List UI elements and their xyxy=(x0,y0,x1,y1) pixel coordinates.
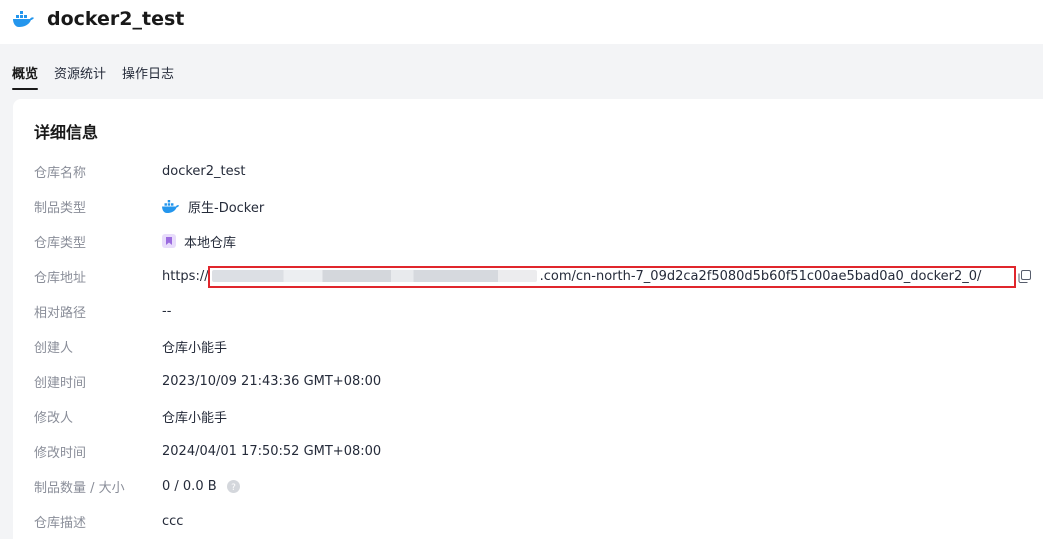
field-value: 仓库小能手 xyxy=(162,410,228,426)
field-label: 创建人 xyxy=(34,340,74,356)
field-value: docker2_test xyxy=(162,163,246,179)
field-value: 0 / 0.0 B xyxy=(162,478,217,494)
repo-name-title: docker2_test xyxy=(47,8,185,30)
url-suffix: .com/cn-north-7_09d2ca2f5080d5b60f51c00a… xyxy=(539,268,982,284)
redacted-host xyxy=(211,270,537,282)
local-repo-icon xyxy=(162,234,176,248)
details-card: 详细信息 仓库名称 docker2_test 制品类型 原生-Docker 仓库… xyxy=(13,99,1043,539)
svg-text:?: ? xyxy=(231,483,236,493)
field-value: 仓库小能手 xyxy=(162,340,228,356)
field-value: 原生-Docker xyxy=(188,200,265,216)
help-icon[interactable]: ? xyxy=(226,479,240,493)
field-value: 2023/10/09 21:43:36 GMT+08:00 xyxy=(162,373,382,389)
field-value: -- xyxy=(162,303,172,319)
field-value-wrap: 原生-Docker xyxy=(162,197,264,216)
details-title: 详细信息 xyxy=(34,123,99,142)
field-value: 2024/04/01 17:50:52 GMT+08:00 xyxy=(162,443,382,459)
field-label: 仓库描述 xyxy=(34,515,87,531)
tab-resource-stats[interactable]: 资源统计 xyxy=(54,54,106,90)
field-label: 制品类型 xyxy=(34,200,87,216)
field-label: 相对路径 xyxy=(34,305,87,321)
page-title: docker2_test xyxy=(13,8,184,30)
tab-bar: 概览 资源统计 操作日志 xyxy=(0,54,190,90)
docker-whale-icon xyxy=(13,11,35,27)
copy-icon[interactable] xyxy=(1018,270,1031,283)
field-label: 修改时间 xyxy=(34,445,87,461)
field-value-wrap: https:// .com/cn-north-7_09d2ca2f5080d5b… xyxy=(162,269,981,284)
field-label: 创建时间 xyxy=(34,375,87,391)
page-header: docker2_test xyxy=(0,0,1043,44)
field-value: 本地仓库 xyxy=(184,235,237,251)
field-label: 修改人 xyxy=(34,410,74,426)
tab-operation-log[interactable]: 操作日志 xyxy=(122,54,174,90)
field-label: 仓库名称 xyxy=(34,165,87,181)
field-value-wrap: 0 / 0.0 B ? xyxy=(162,479,240,494)
field-value: ccc xyxy=(162,513,184,529)
docker-whale-icon xyxy=(162,199,180,213)
url-prefix: https:// xyxy=(162,268,209,284)
field-label: 仓库类型 xyxy=(34,235,87,251)
tab-overview[interactable]: 概览 xyxy=(12,54,39,90)
field-label: 制品数量 / 大小 xyxy=(34,480,125,496)
field-label: 仓库地址 xyxy=(34,270,87,286)
field-value-wrap: 本地仓库 xyxy=(162,232,236,251)
